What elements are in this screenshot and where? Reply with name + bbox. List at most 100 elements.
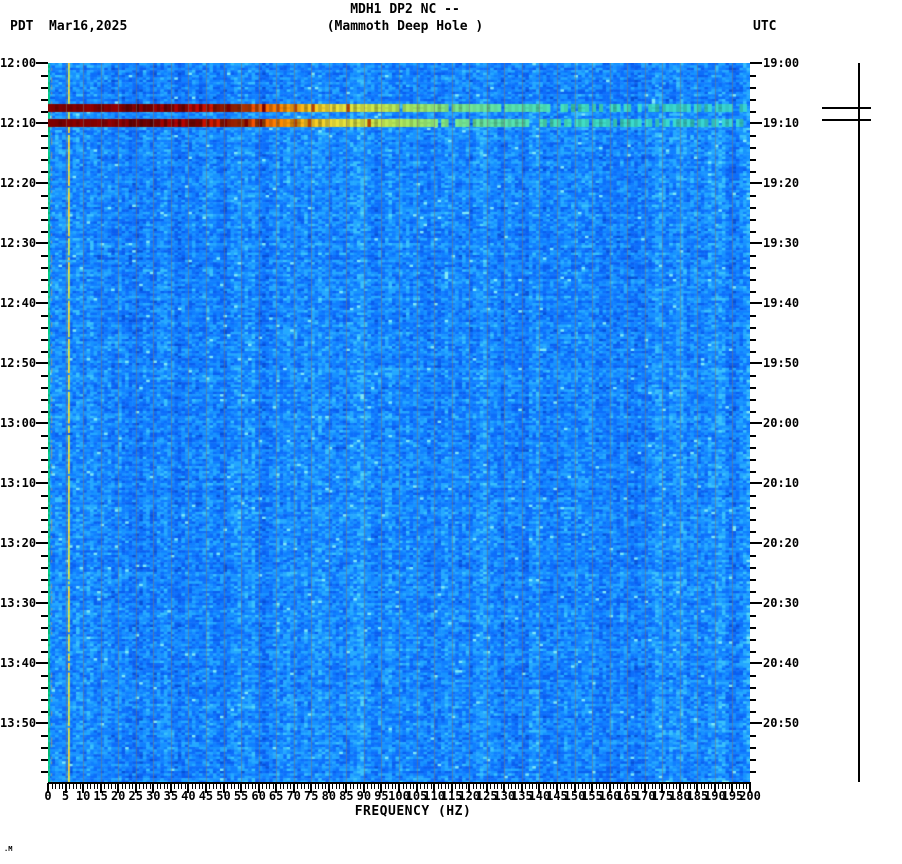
- left-axis-minor-tick: [41, 771, 48, 773]
- left-axis-minor-tick: [41, 315, 48, 317]
- right-axis-minor-tick: [750, 459, 756, 461]
- left-axis-minor-tick: [41, 267, 48, 269]
- left-axis-minor-tick: [41, 759, 48, 761]
- left-axis-label: 13:40: [0, 656, 37, 670]
- right-axis-minor-tick: [750, 687, 756, 689]
- left-axis-label: 12:40: [0, 296, 37, 310]
- left-axis-minor-tick: [41, 699, 48, 701]
- right-axis-minor-tick: [750, 387, 756, 389]
- left-axis-minor-tick: [41, 339, 48, 341]
- right-axis-minor-tick: [750, 231, 756, 233]
- left-axis-minor-tick: [41, 591, 48, 593]
- right-axis-minor-tick: [750, 675, 756, 677]
- right-axis-major-tick: [750, 362, 762, 364]
- left-axis-major-tick: [36, 422, 48, 424]
- left-axis-minor-tick: [41, 531, 48, 533]
- right-axis-minor-tick: [750, 99, 756, 101]
- seismic-trace-line: [858, 63, 860, 782]
- right-axis-minor-tick: [750, 579, 756, 581]
- right-axis-label: 19:40: [763, 296, 800, 310]
- right-axis-minor-tick: [750, 411, 756, 413]
- left-axis-minor-tick: [41, 135, 48, 137]
- event-trace-mark: [822, 107, 871, 109]
- station-title: MDH1 DP2 NC --: [350, 2, 460, 17]
- right-axis-minor-tick: [750, 147, 756, 149]
- right-axis-minor-tick: [750, 267, 756, 269]
- right-axis-label: 19:00: [763, 56, 800, 70]
- left-axis-minor-tick: [41, 615, 48, 617]
- right-axis-minor-tick: [750, 339, 756, 341]
- left-axis-minor-tick: [41, 747, 48, 749]
- right-axis-label: 20:50: [763, 716, 800, 730]
- left-axis-minor-tick: [41, 147, 48, 149]
- right-axis-label: 19:50: [763, 356, 800, 370]
- right-axis-label: 19:30: [763, 236, 800, 250]
- left-axis-major-tick: [36, 62, 48, 64]
- left-axis-minor-tick: [41, 351, 48, 353]
- left-axis-label: 13:00: [0, 416, 37, 430]
- left-axis-minor-tick: [41, 411, 48, 413]
- right-axis-minor-tick: [750, 255, 756, 257]
- left-axis-minor-tick: [41, 99, 48, 101]
- right-axis-major-tick: [750, 242, 762, 244]
- left-axis-major-tick: [36, 542, 48, 544]
- frequency-axis-line: [48, 782, 751, 784]
- left-axis-label: 12:50: [0, 356, 37, 370]
- left-axis-label: 12:20: [0, 176, 37, 190]
- right-axis-minor-tick: [750, 567, 756, 569]
- right-axis-major-tick: [750, 422, 762, 424]
- left-axis-minor-tick: [41, 711, 48, 713]
- left-axis-minor-tick: [41, 111, 48, 113]
- right-axis-major-tick: [750, 602, 762, 604]
- right-axis-minor-tick: [750, 495, 756, 497]
- left-axis-major-tick: [36, 242, 48, 244]
- right-axis-minor-tick: [750, 279, 756, 281]
- left-axis-minor-tick: [41, 75, 48, 77]
- left-axis-major-tick: [36, 662, 48, 664]
- left-axis-major-tick: [36, 482, 48, 484]
- right-axis-minor-tick: [750, 711, 756, 713]
- right-axis-minor-tick: [750, 135, 756, 137]
- left-axis-label: 13:10: [0, 476, 37, 490]
- left-axis-minor-tick: [41, 495, 48, 497]
- right-axis-minor-tick: [750, 195, 756, 197]
- left-axis-minor-tick: [41, 291, 48, 293]
- right-axis-minor-tick: [750, 315, 756, 317]
- right-axis-minor-tick: [750, 531, 756, 533]
- left-axis-major-tick: [36, 182, 48, 184]
- left-axis-minor-tick: [41, 159, 48, 161]
- right-axis-minor-tick: [750, 699, 756, 701]
- left-axis-minor-tick: [41, 171, 48, 173]
- right-axis-minor-tick: [750, 87, 756, 89]
- right-axis-minor-tick: [750, 627, 756, 629]
- right-axis-minor-tick: [750, 639, 756, 641]
- right-axis-minor-tick: [750, 75, 756, 77]
- right-axis-minor-tick: [750, 591, 756, 593]
- right-axis-major-tick: [750, 482, 762, 484]
- left-axis-minor-tick: [41, 195, 48, 197]
- left-axis-minor-tick: [41, 639, 48, 641]
- left-axis-minor-tick: [41, 207, 48, 209]
- left-axis-minor-tick: [41, 687, 48, 689]
- left-axis-minor-tick: [41, 675, 48, 677]
- spectrogram-page: PDT Mar16,2025 MDH1 DP2 NC -- (Mammoth D…: [0, 0, 902, 864]
- left-axis-minor-tick: [41, 651, 48, 653]
- left-axis-minor-tick: [41, 435, 48, 437]
- left-axis-minor-tick: [41, 255, 48, 257]
- right-axis-label: 20:40: [763, 656, 800, 670]
- right-axis-label: 20:00: [763, 416, 800, 430]
- left-axis-label: 13:20: [0, 536, 37, 550]
- left-axis-minor-tick: [41, 567, 48, 569]
- right-axis-minor-tick: [750, 219, 756, 221]
- left-axis-major-tick: [36, 302, 48, 304]
- right-axis-minor-tick: [750, 399, 756, 401]
- left-axis-minor-tick: [41, 375, 48, 377]
- left-axis-minor-tick: [41, 519, 48, 521]
- right-axis-label: 19:10: [763, 116, 800, 130]
- right-axis-major-tick: [750, 542, 762, 544]
- right-axis-major-tick: [750, 302, 762, 304]
- frequency-axis-title: FREQUENCY (HZ): [354, 804, 472, 819]
- right-axis-minor-tick: [750, 507, 756, 509]
- left-axis-minor-tick: [41, 87, 48, 89]
- right-axis-major-tick: [750, 122, 762, 124]
